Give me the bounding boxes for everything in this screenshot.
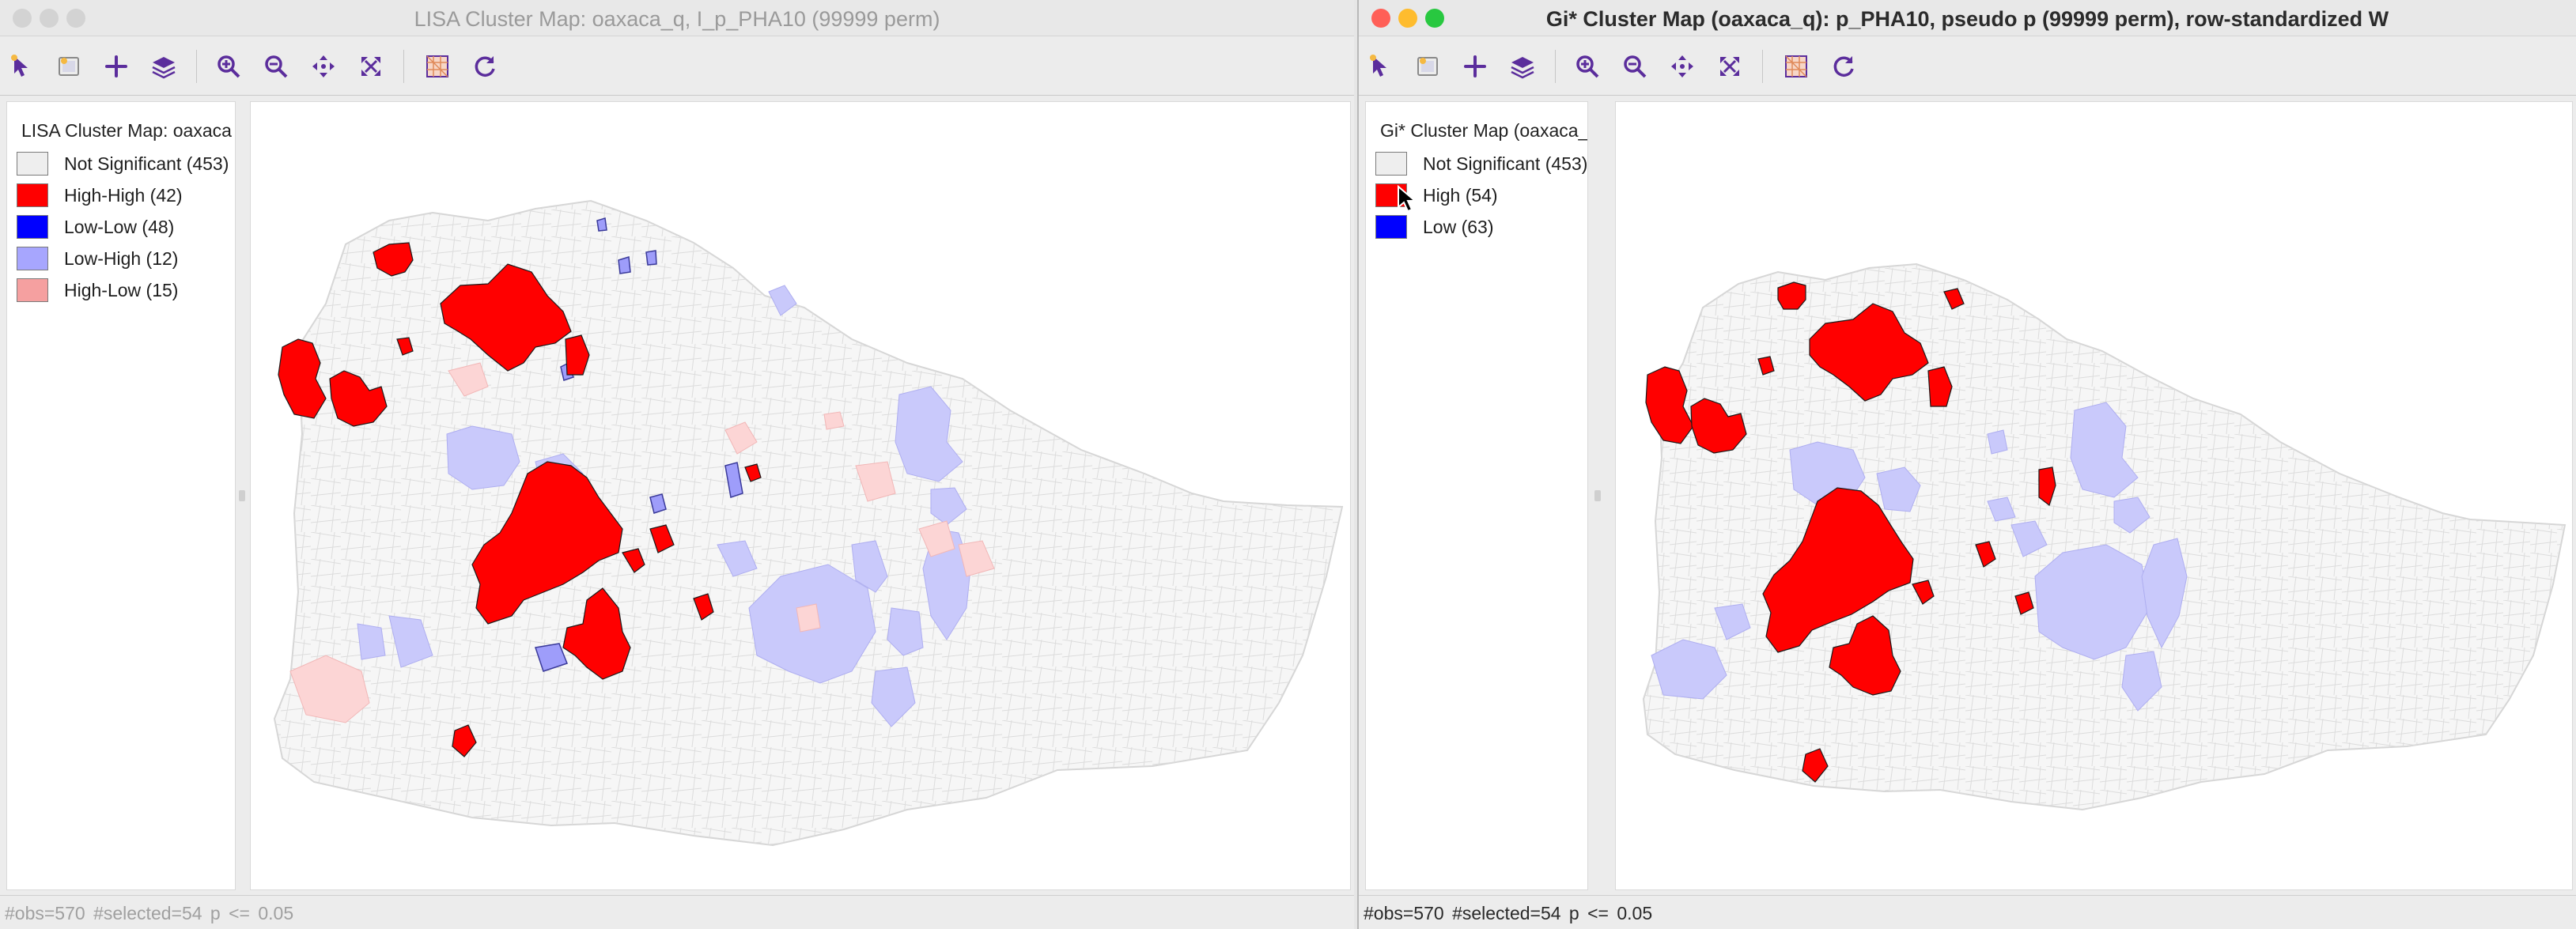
map-canvas[interactable] [1615, 101, 2573, 890]
legend-label: Low-High (12) [64, 247, 179, 269]
zoom-out-icon[interactable] [258, 48, 294, 85]
select-ops-icon[interactable] [51, 48, 87, 85]
select-ops-icon[interactable] [1409, 48, 1446, 85]
legend-panel: LISA Cluster Map: oaxaca Not Significant… [6, 101, 236, 890]
legend-panel: Gi* Cluster Map (oaxaca_q Not Significan… [1365, 101, 1588, 890]
zoom-out-icon[interactable] [1617, 48, 1653, 85]
splitter-handle[interactable] [239, 490, 245, 501]
toolbar-separator [1762, 50, 1763, 83]
oaxaca-map[interactable] [251, 102, 1350, 889]
legend-item-low[interactable]: Low (63) [1375, 214, 1493, 240]
legend-item-high-low[interactable]: High-Low (15) [17, 278, 178, 303]
district-grid [274, 201, 1342, 845]
status-bar: #obs=570 #selected=54 p <= 0.05 [1359, 895, 2576, 929]
mouse-pointer-icon [1398, 185, 1417, 213]
map-canvas[interactable] [250, 101, 1351, 890]
legend-item-high[interactable]: High (54) [1375, 183, 1498, 208]
window-title: LISA Cluster Map: oaxaca_q, I_p_PHA10 (9… [414, 7, 940, 31]
pan-icon[interactable] [1664, 48, 1700, 85]
status-bar: #obs=570 #selected=54 p <= 0.05 [0, 895, 1354, 929]
title-bar[interactable]: LISA Cluster Map: oaxaca_q, I_p_PHA10 (9… [0, 0, 1354, 36]
lisa-cluster-map-window: LISA Cluster Map: oaxaca_q, I_p_PHA10 (9… [0, 0, 1354, 929]
legend-swatch[interactable] [17, 152, 48, 176]
low-high-region[interactable] [357, 623, 386, 660]
toolbar-separator [196, 50, 197, 83]
gi-star-cluster-map-window: Gi* Cluster Map (oaxaca_q): p_PHA10, pse… [1357, 0, 2576, 929]
toolbar-separator [403, 50, 404, 83]
full-extent-icon[interactable] [353, 48, 389, 85]
map-toolbar [1359, 37, 2576, 96]
legend-swatch[interactable] [17, 247, 48, 270]
pan-icon[interactable] [305, 48, 342, 85]
low-high-region[interactable] [645, 250, 657, 266]
refresh-icon[interactable] [467, 48, 503, 85]
zoom-in-icon[interactable] [210, 48, 247, 85]
high-low-region[interactable] [823, 411, 845, 430]
legend-item-low-low[interactable]: Low-Low (48) [17, 214, 174, 240]
legend-label: High-High (42) [64, 184, 183, 206]
legend-swatch[interactable] [1375, 215, 1407, 239]
legend-swatch[interactable] [17, 215, 48, 239]
legend-title: LISA Cluster Map: oaxaca [21, 120, 232, 141]
select-icon[interactable] [1362, 48, 1398, 85]
legend-label: Not Significant (453) [64, 153, 229, 174]
legend-item-not-significant[interactable]: Not Significant (453) [17, 151, 229, 176]
high-low-region[interactable] [796, 603, 821, 633]
low-high-region[interactable] [618, 256, 631, 274]
zoom-in-icon[interactable] [1569, 48, 1606, 85]
full-extent-icon[interactable] [1712, 48, 1748, 85]
district-grid [1644, 264, 2565, 810]
refresh-icon[interactable] [1825, 48, 1862, 85]
legend-label: High (54) [1423, 184, 1498, 206]
toolbar-separator [1555, 50, 1556, 83]
high-region[interactable] [1777, 281, 1806, 310]
low-region[interactable] [1987, 429, 2008, 455]
legend-label: High-Low (15) [64, 279, 179, 300]
status-text: #obs=570 #selected=54 p <= 0.05 [5, 903, 294, 923]
title-bar[interactable]: Gi* Cluster Map (oaxaca_q): p_PHA10, pse… [1359, 0, 2576, 36]
oaxaca-map[interactable] [1616, 102, 2572, 889]
add-icon[interactable] [1457, 48, 1493, 85]
legend-item-not-significant[interactable]: Not Significant (453) [1375, 151, 1587, 176]
splitter-handle[interactable] [1594, 490, 1601, 501]
legend-label: Not Significant (453) [1423, 153, 1588, 174]
layers-icon[interactable] [1504, 48, 1541, 85]
layers-icon[interactable] [146, 48, 182, 85]
map-toolbar [0, 37, 1354, 96]
low-high-region[interactable] [596, 217, 607, 232]
window-title: Gi* Cluster Map (oaxaca_q): p_PHA10, pse… [1545, 7, 2389, 31]
legend-swatch[interactable] [1375, 152, 1407, 176]
select-icon[interactable] [3, 48, 40, 85]
add-icon[interactable] [98, 48, 134, 85]
basemap-icon[interactable] [419, 48, 456, 85]
legend-title: Gi* Cluster Map (oaxaca_q [1380, 120, 1588, 141]
basemap-icon[interactable] [1778, 48, 1814, 85]
legend-item-low-high[interactable]: Low-High (12) [17, 246, 178, 271]
legend-swatch[interactable] [17, 278, 48, 302]
legend-label: Low (63) [1423, 216, 1494, 237]
legend-swatch[interactable] [17, 183, 48, 207]
legend-item-high-high[interactable]: High-High (42) [17, 183, 183, 208]
legend-label: Low-Low (48) [64, 216, 175, 237]
status-text: #obs=570 #selected=54 p <= 0.05 [1364, 903, 1653, 923]
